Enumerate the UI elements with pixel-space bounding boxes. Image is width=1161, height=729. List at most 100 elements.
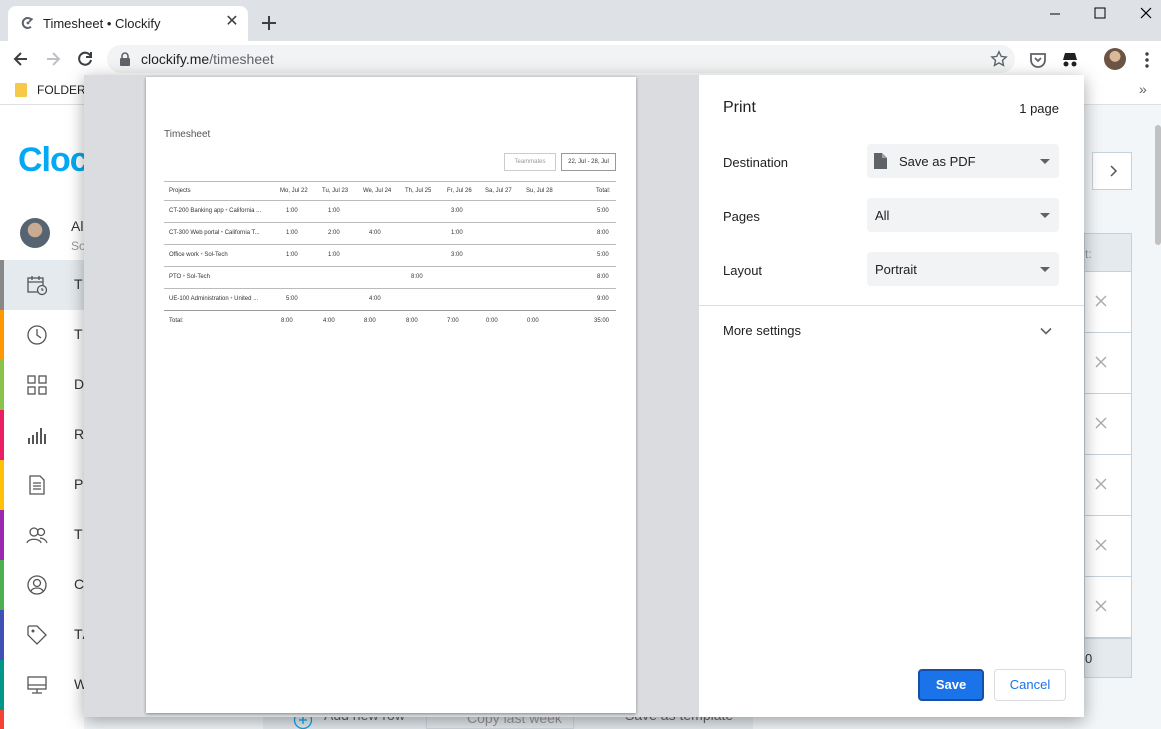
page-count: 1 page [1019,101,1059,116]
preview-row: UE-100 Administration • United ... 5:00 … [164,288,616,310]
table-row [1084,577,1132,638]
layout-value: Portrait [875,262,917,277]
sidebar-item-time-tracker[interactable]: TI [0,310,87,360]
project-label: PTO [169,274,182,280]
folder-icon [15,83,27,97]
back-arrow-icon[interactable] [11,49,31,69]
preview-date-range: 22, Jul - 28, Jul [561,153,616,171]
delete-row-icon[interactable] [1094,599,1108,613]
day-cell: 1:00 [286,252,298,258]
sidebar-item-more[interactable] [0,710,84,729]
pocket-extension-icon[interactable] [1028,50,1048,70]
day-cell: 3:00 [451,208,463,214]
sidebar-item-workspaces[interactable]: W [0,660,87,710]
tab-close-icon[interactable]: ✕ [222,12,242,32]
browser-tab-bar: Timesheet • Clockify ✕ [0,0,1161,41]
day-cell: 4:00 [369,296,381,302]
profile-avatar[interactable] [1104,48,1126,70]
day-total: 8:00 [281,318,293,324]
table-row [1084,455,1132,516]
incognito-extension-icon[interactable] [1060,50,1080,70]
clock-icon [27,325,47,345]
chevron-down-icon[interactable] [1039,324,1053,338]
layout-label: Layout [723,263,763,278]
sidebar-item-team[interactable]: TE [0,510,93,560]
print-settings-panel: Print 1 page Destination Save as PDF Pag… [699,75,1084,717]
address-bar[interactable]: clockify.me/timesheet [107,45,1015,73]
user-avatar[interactable] [20,218,50,248]
team-icon [26,527,48,544]
sidebar-item-reports[interactable]: RE [0,410,94,460]
project-name: PTO • Sol-Tech [169,274,211,280]
sidebar-item-clients[interactable]: CL [0,560,93,610]
bookmark-star-icon[interactable] [990,50,1008,68]
client-icon [27,575,47,595]
more-settings-toggle[interactable]: More settings [723,323,801,338]
column-header: Th, Jul 25 [405,188,432,194]
delete-row-icon[interactable] [1094,294,1108,308]
row-total: 5:00 [597,208,609,214]
dropdown-caret-icon [1040,159,1050,164]
day-cell: 3:00 [451,252,463,258]
column-header: Su, Jul 28 [526,188,553,194]
sidebar-item-tags[interactable]: TA [0,610,92,660]
preview-teammates-filter: Teammates [504,153,556,171]
project-label: UE-100 Administration [169,296,229,302]
day-cell: 5:00 [286,296,298,302]
table-row [1084,516,1132,577]
delete-row-icon[interactable] [1094,416,1108,430]
maximize-window-icon[interactable] [1085,4,1115,24]
column-header: Mo, Jul 22 [280,188,308,194]
grand-total: 35:00 [594,318,610,324]
day-total: 0:00 [486,318,498,324]
page-scrollbar[interactable] [1155,125,1161,245]
url-path: /timesheet [209,51,274,67]
table-row [1084,333,1132,394]
new-tab-icon[interactable] [258,12,280,34]
delete-row-icon[interactable] [1094,355,1108,369]
next-week-button[interactable] [1092,152,1132,190]
print-preview-area: Timesheet Teammates 22, Jul - 28, Jul Pr… [84,75,699,717]
save-button[interactable]: Save [918,669,984,701]
pages-select[interactable]: All [867,198,1059,232]
day-total: 4:00 [323,318,335,324]
day-cell: 4:00 [369,230,381,236]
preview-timesheet-table: Projects Mo, Jul 22 Tu, Jul 23 We, Jul 2… [164,181,616,332]
destination-label: Destination [723,155,789,170]
table-row [1084,394,1132,455]
bookmark-folder[interactable]: FOLDER [37,83,86,97]
tag-icon [27,625,47,645]
sidebar: Cloc Al So TI TI DA RE PF TE C [0,105,94,729]
bookmarks-more-icon[interactable]: » [1139,81,1147,97]
sidebar-item-projects[interactable]: PF [0,460,93,510]
dropdown-caret-icon [1040,213,1050,218]
sidebar-item-timesheet[interactable]: TI [0,260,87,310]
day-total: 8:00 [406,318,418,324]
project-label: CT-200 Banking app [169,208,224,214]
destination-select[interactable]: Save as PDF [867,144,1059,178]
minimize-window-icon[interactable] [1040,4,1070,24]
project-name: UE-100 Administration • United ... [169,296,259,302]
close-window-icon[interactable] [1131,4,1161,24]
cancel-button[interactable]: Cancel [994,669,1066,701]
client-label: Sol-Tech [204,252,228,258]
project-name: Office work • Sol-Tech [169,252,228,258]
forward-arrow-icon[interactable] [43,49,63,69]
calendar-clock-icon [27,276,48,296]
client-label: California T... [224,230,260,236]
pages-label: Pages [723,209,760,224]
header-fragment-text: t: [1085,247,1092,261]
project-name: CT-200 Banking app • California ... [169,208,262,214]
url-host: clockify.me [141,51,210,67]
settings-divider [699,305,1084,306]
row-total: 8:00 [597,274,609,280]
layout-select[interactable]: Portrait [867,252,1059,286]
preview-title: Timesheet [164,129,211,140]
reload-icon[interactable] [75,49,95,69]
delete-row-icon[interactable] [1094,477,1108,491]
browser-tab[interactable]: Timesheet • Clockify ✕ [8,6,248,41]
project-label: CT-300 Web portal [169,230,220,236]
delete-row-icon[interactable] [1094,538,1108,552]
chrome-menu-icon[interactable] [1137,50,1157,70]
sidebar-item-dashboard[interactable]: DA [0,360,94,410]
